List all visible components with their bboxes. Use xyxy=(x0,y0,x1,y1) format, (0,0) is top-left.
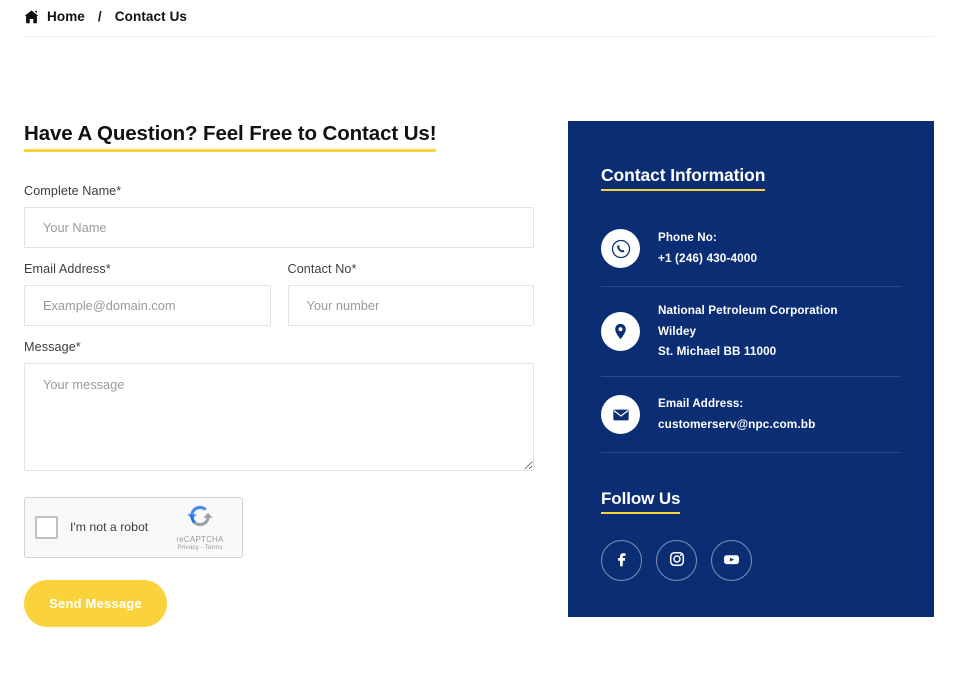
social-links xyxy=(601,540,901,582)
phone-text: Phone No: +1 (246) 430-4000 xyxy=(658,232,757,264)
breadcrumb: Home / Contact Us xyxy=(0,0,958,24)
instagram-icon xyxy=(668,550,686,571)
phone-value[interactable]: +1 (246) 430-4000 xyxy=(658,252,757,265)
recaptcha-terms-link[interactable]: Privacy - Terms xyxy=(169,545,231,552)
breadcrumb-divider xyxy=(24,36,934,37)
facebook-icon xyxy=(613,550,631,571)
address-line-1: National Petroleum Corporation xyxy=(658,304,838,317)
envelope-icon xyxy=(601,395,640,435)
label-complete-name: Complete Name* xyxy=(24,183,122,198)
label-email-address: Email Address* xyxy=(24,261,111,276)
contact-row-email: Email Address: customerserv@npc.com.bb xyxy=(601,377,901,454)
phone-title: Phone No: xyxy=(658,231,717,245)
address-text: National Petroleum Corporation Wildey St… xyxy=(658,305,838,358)
breadcrumb-separator: / xyxy=(97,9,102,24)
address-line-3: St. Michael BB 11000 xyxy=(658,345,777,359)
field-contact-no: Contact No* xyxy=(287,261,534,326)
address-line-2: Wildey xyxy=(658,324,697,338)
contact-no-input[interactable] xyxy=(287,284,534,326)
page-content: Have A Question? Feel Free to Contact Us… xyxy=(0,121,958,627)
email-address-input[interactable] xyxy=(24,284,271,326)
social-link-youtube[interactable] xyxy=(711,540,752,582)
page-title: Have A Question? Feel Free to Contact Us… xyxy=(24,121,437,152)
home-icon xyxy=(24,10,39,24)
breadcrumb-home-label: Home xyxy=(47,9,85,24)
contact-form: Have A Question? Feel Free to Contact Us… xyxy=(24,121,534,627)
email-title: Email Address: xyxy=(658,397,744,411)
email-value[interactable]: customerserv@npc.com.bb xyxy=(658,418,815,431)
social-link-instagram[interactable] xyxy=(656,540,697,582)
recaptcha-branding: reCAPTCHA Privacy - Terms xyxy=(169,502,231,552)
field-message: Message* xyxy=(24,340,534,471)
social-link-facebook[interactable] xyxy=(601,540,642,582)
contact-information-panel: Contact Information Phone No: +1 (246) 4… xyxy=(568,121,934,618)
label-message: Message* xyxy=(24,339,81,354)
message-textarea[interactable] xyxy=(24,362,534,471)
phone-icon xyxy=(601,229,640,268)
field-complete-name: Complete Name* xyxy=(24,184,534,248)
field-email-address: Email Address* xyxy=(24,262,271,326)
label-contact-no: Contact No* xyxy=(287,261,357,276)
recaptcha-label: I'm not a robot xyxy=(70,520,149,535)
youtube-icon xyxy=(722,550,741,572)
recaptcha-logo-icon xyxy=(169,502,231,534)
recaptcha-checkbox[interactable] xyxy=(35,515,58,539)
contact-information-title: Contact Information xyxy=(601,165,765,191)
follow-us-title: Follow Us xyxy=(601,489,680,515)
send-message-button[interactable]: Send Message xyxy=(24,579,167,627)
recaptcha-brand-label: reCAPTCHA xyxy=(176,535,224,545)
recaptcha-widget[interactable]: I'm not a robot reCAPTCHA Privacy - Term… xyxy=(24,496,243,558)
location-pin-icon xyxy=(601,312,640,352)
email-text: Email Address: customerserv@npc.com.bb xyxy=(658,398,815,430)
complete-name-input[interactable] xyxy=(24,206,534,248)
field-row-email-contact: Email Address* Contact No* xyxy=(24,262,534,340)
breadcrumb-home-link[interactable]: Home xyxy=(24,9,85,24)
contact-row-address: National Petroleum Corporation Wildey St… xyxy=(601,287,901,378)
contact-row-phone: Phone No: +1 (246) 430-4000 xyxy=(601,225,901,287)
breadcrumb-current: Contact Us xyxy=(114,9,188,24)
